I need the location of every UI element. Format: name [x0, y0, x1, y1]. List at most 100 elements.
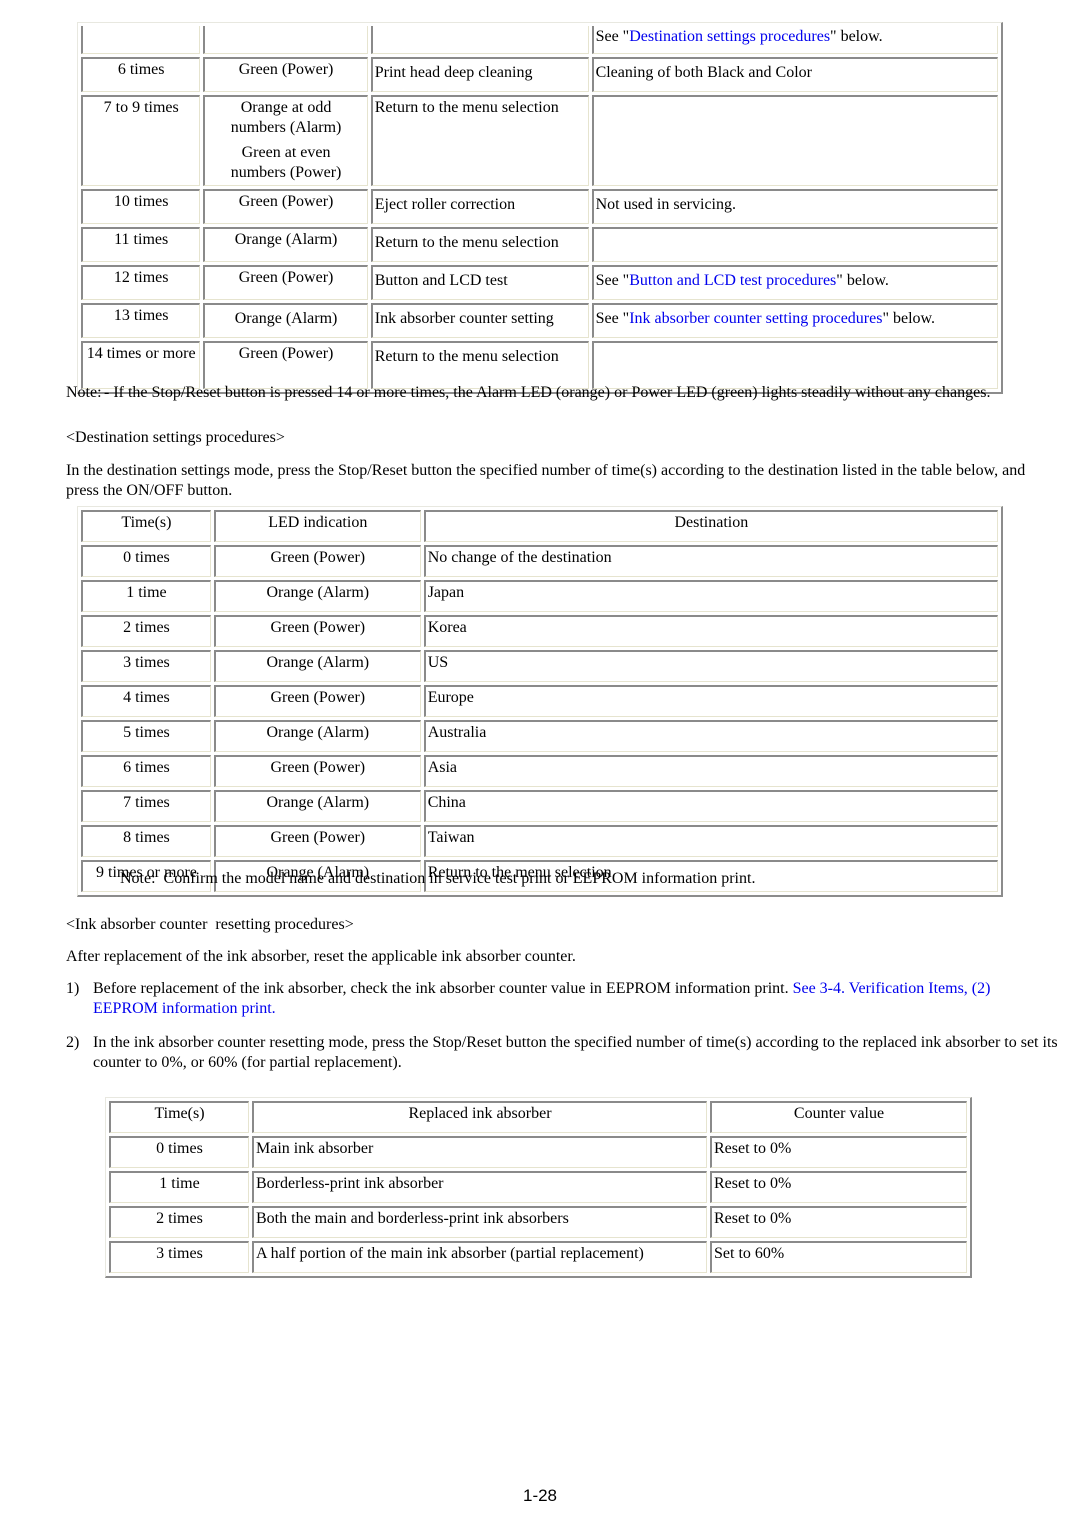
table-row: 14 times or more Green (Power) Return to…	[81, 341, 998, 389]
counter-value-cell: Reset to 0%	[710, 1206, 967, 1238]
table-row: 1 time Borderless-print ink absorber Res…	[109, 1171, 967, 1203]
times-cell: 8 times	[81, 825, 211, 857]
destination-cell: Korea	[423, 615, 998, 647]
step-text: In the ink absorber counter resetting mo…	[93, 1034, 1058, 1071]
times-cell: 2 times	[81, 615, 211, 647]
destination-table: Time(s) LED indication Destination 0 tim…	[77, 506, 1003, 897]
destination-cell: Asia	[423, 755, 998, 787]
led-cell: Green (Power)	[213, 685, 421, 717]
led-cell: Green (Power)	[213, 615, 421, 647]
function-cell: Ink absorber counter setting	[370, 303, 589, 338]
step-text: Before replacement of the ink absorber, …	[93, 980, 793, 997]
column-header: Time(s)	[109, 1101, 249, 1133]
times-cell: 2 times	[109, 1206, 249, 1238]
table-row: 7 to 9 times Orange at odd numbers (Alar…	[81, 95, 998, 186]
times-cell: 0 times	[81, 545, 211, 577]
table-row: 8 times Green (Power) Taiwan	[81, 825, 998, 857]
remarks-suffix: " below.	[836, 272, 889, 289]
led-cell: Orange (Alarm)	[213, 720, 421, 752]
table-row: 3 times A half portion of the main ink a…	[109, 1241, 967, 1273]
table-row: 6 times Green (Power) Asia	[81, 755, 998, 787]
table-row: 4 times Green (Power) Europe	[81, 685, 998, 717]
destination-cell: US	[423, 650, 998, 682]
times-cell: 1 time	[81, 580, 211, 612]
times-cell: 4 times	[81, 685, 211, 717]
remarks-prefix: See "	[595, 310, 630, 327]
table-row: 12 times Green (Power) Button and LCD te…	[81, 265, 998, 300]
times-cell: 10 times	[81, 189, 201, 224]
button-lcd-test-link[interactable]: Button and LCD test procedures	[629, 272, 836, 289]
function-cell: Return to the menu selection	[370, 227, 589, 262]
destination-cell: Taiwan	[423, 825, 998, 857]
led-cell: Orange (Alarm)	[203, 303, 368, 338]
times-cell: 5 times	[81, 720, 211, 752]
service-mode-menu-table: See "Destination settings procedures" be…	[77, 22, 1003, 394]
absorber-cell: A half portion of the main ink absorber …	[252, 1241, 707, 1273]
times-cell: 3 times	[109, 1241, 249, 1273]
step-number: 1)	[66, 980, 80, 997]
times-cell	[81, 26, 201, 54]
destination-cell: Europe	[423, 685, 998, 717]
led-line-odd: Orange at odd numbers (Alarm)	[230, 99, 342, 136]
note-label: Note:	[66, 384, 102, 401]
column-header: Replaced ink absorber	[252, 1101, 707, 1133]
function-cell: Print head deep cleaning	[370, 57, 589, 92]
led-cell: Green (Power)	[213, 545, 421, 577]
absorber-cell: Both the main and borderless-print ink a…	[252, 1206, 707, 1238]
function-cell: Return to the menu selection	[370, 95, 589, 186]
counter-value-cell: Reset to 0%	[710, 1171, 967, 1203]
times-cell: 14 times or more	[81, 341, 201, 389]
times-cell: 0 times	[109, 1136, 249, 1168]
times-cell: 12 times	[81, 265, 201, 300]
ink-absorber-setting-link[interactable]: Ink absorber counter setting procedures	[629, 310, 882, 327]
table-row: 5 times Orange (Alarm) Australia	[81, 720, 998, 752]
absorber-cell: Main ink absorber	[252, 1136, 707, 1168]
table-header-row: Time(s) Replaced ink absorber Counter va…	[109, 1101, 967, 1133]
destination-cell: Japan	[423, 580, 998, 612]
step-number: 2)	[66, 1034, 80, 1051]
function-cell: Button and LCD test	[370, 265, 589, 300]
table-row: 13 times Orange (Alarm) Ink absorber cou…	[81, 303, 998, 338]
remarks-cell	[591, 95, 998, 186]
remarks-cell: See "Destination settings procedures" be…	[591, 26, 998, 54]
led-cell: Orange (Alarm)	[213, 650, 421, 682]
times-cell: 7 to 9 times	[81, 95, 201, 186]
note-14-times: Note: - If the Stop/Reset button is pres…	[66, 383, 1056, 403]
column-header: Counter value	[710, 1101, 967, 1133]
led-cell: Green (Power)	[203, 57, 368, 92]
ink-absorber-heading: <Ink absorber counter resetting procedur…	[66, 916, 354, 933]
table-row: 2 times Green (Power) Korea	[81, 615, 998, 647]
led-cell: Orange (Alarm)	[213, 790, 421, 822]
led-cell: Orange at odd numbers (Alarm) Green at e…	[203, 95, 368, 186]
table-header-row: Time(s) LED indication Destination	[81, 510, 998, 542]
remarks-suffix: " below.	[830, 28, 883, 45]
led-cell: Orange (Alarm)	[213, 580, 421, 612]
remarks-cell: See "Button and LCD test procedures" bel…	[591, 265, 998, 300]
table-row: 11 times Orange (Alarm) Return to the me…	[81, 227, 998, 262]
table-row: See "Destination settings procedures" be…	[81, 26, 998, 54]
led-cell: Green (Power)	[203, 341, 368, 389]
remarks-cell: See "Ink absorber counter setting proced…	[591, 303, 998, 338]
destination-note: Note: Confirm the model name and destina…	[120, 870, 756, 887]
destination-cell: Australia	[423, 720, 998, 752]
destination-settings-link[interactable]: Destination settings procedures	[629, 28, 830, 45]
counter-value-cell: Set to 60%	[710, 1241, 967, 1273]
times-cell: 3 times	[81, 650, 211, 682]
table-row: 10 times Green (Power) Eject roller corr…	[81, 189, 998, 224]
led-cell	[203, 26, 368, 54]
destination-cell: No change of the destination	[423, 545, 998, 577]
led-cell: Green (Power)	[203, 189, 368, 224]
remarks-cell	[591, 341, 998, 389]
times-cell: 6 times	[81, 57, 201, 92]
note-text: - If the Stop/Reset button is pressed 14…	[104, 384, 991, 401]
table-row: 6 times Green (Power) Print head deep cl…	[81, 57, 998, 92]
absorber-cell: Borderless-print ink absorber	[252, 1171, 707, 1203]
destination-settings-heading: <Destination settings procedures>	[66, 429, 285, 446]
function-cell: Eject roller correction	[370, 189, 589, 224]
step-1: 1) Before replacement of the ink absorbe…	[66, 979, 1046, 1019]
destination-cell: China	[423, 790, 998, 822]
column-header: Time(s)	[81, 510, 211, 542]
table-row: 0 times Green (Power) No change of the d…	[81, 545, 998, 577]
table-row: 2 times Both the main and borderless-pri…	[109, 1206, 967, 1238]
page-number: 1-28	[522, 1486, 558, 1505]
